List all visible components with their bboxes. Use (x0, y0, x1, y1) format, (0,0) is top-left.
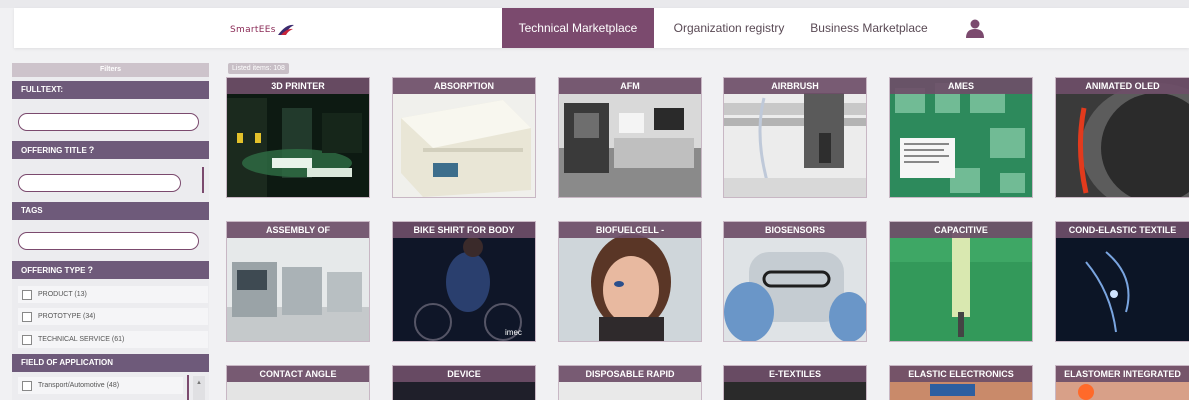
field-of-application-label: FIELD OF APPLICATION (21, 358, 113, 367)
card-image (227, 222, 369, 341)
card-animated-oled[interactable]: ANIMATED OLED (1056, 78, 1189, 197)
card-title: DEVICE (393, 366, 535, 382)
checkbox-label: Transport/Automotive (48) (38, 382, 120, 389)
card-image (393, 78, 535, 197)
user-icon[interactable] (965, 18, 985, 38)
card-disposable-rapid[interactable]: DISPOSABLE RAPID (559, 366, 701, 400)
card-title: BIOSENSORS (724, 222, 866, 238)
offering-type-label: OFFERING TYPE (21, 266, 86, 275)
checkbox-label: PRODUCT (13) (38, 291, 87, 298)
field-scrollbar[interactable]: ▲ (193, 376, 205, 400)
listed-items-count: Listed items: 108 (228, 63, 289, 74)
fulltext-label: FULLTEXT: (21, 85, 64, 94)
field-of-application-header: FIELD OF APPLICATION (12, 354, 209, 372)
checkbox-label: TECHNICAL SERVICE (61) (38, 336, 125, 343)
card-bike-shirt[interactable]: imec BIKE SHIRT FOR BODY (393, 222, 535, 341)
card-absorption[interactable]: ABSORPTION (393, 78, 535, 197)
card-image (724, 78, 866, 197)
offering-type-product[interactable]: PRODUCT (13) (18, 286, 208, 303)
card-title: COND-ELASTIC TEXTILE (1056, 222, 1189, 238)
card-image (559, 78, 701, 197)
list-divider (187, 375, 189, 400)
card-afm[interactable]: AFM (559, 78, 701, 197)
card-capacitive[interactable]: CAPACITIVE (890, 222, 1032, 341)
card-image (1056, 222, 1189, 341)
help-icon[interactable]: ? (87, 265, 93, 275)
card-title: BIKE SHIRT FOR BODY (393, 222, 535, 238)
fulltext-header: FULLTEXT: (12, 81, 209, 99)
tags-label: TAGS (21, 206, 43, 215)
card-image (890, 78, 1032, 197)
card-contact-angle[interactable]: CONTACT ANGLE (227, 366, 369, 400)
card-elastomer-integrated[interactable]: ELASTOMER INTEGRATED (1056, 366, 1189, 400)
card-image: imec (393, 222, 535, 341)
card-biofuelcell[interactable]: BIOFUELCELL - (559, 222, 701, 341)
card-title: AFM (559, 78, 701, 94)
top-strip (0, 0, 1189, 8)
offering-title-input[interactable] (18, 174, 181, 192)
checkbox[interactable] (22, 289, 32, 300)
card-title: CAPACITIVE (890, 222, 1032, 238)
card-title: CONTACT ANGLE (227, 366, 369, 382)
fulltext-input[interactable] (18, 113, 199, 131)
offering-type-header: OFFERING TYPE? (12, 261, 209, 279)
card-biosensors[interactable]: BIOSENSORS (724, 222, 866, 341)
offering-title-label: OFFERING TITLE (21, 146, 87, 155)
field-transport-automotive[interactable]: Transport/Automotive (48) (18, 377, 183, 394)
card-image (724, 222, 866, 341)
checkbox[interactable] (22, 380, 32, 391)
card-image (227, 78, 369, 197)
card-device[interactable]: DEVICE (393, 366, 535, 400)
logo-wing-icon (277, 24, 294, 35)
card-3d-printer[interactable]: 3D PRINTER (227, 78, 369, 197)
card-title: ANIMATED OLED (1056, 78, 1189, 94)
checkbox[interactable] (22, 334, 32, 345)
card-airbrush[interactable]: AIRBRUSH (724, 78, 866, 197)
card-cond-elastic-textile[interactable]: COND-ELASTIC TEXTILE (1056, 222, 1189, 341)
nav-label: Organization registry (673, 21, 785, 35)
offering-title-header: OFFERING TITLE? (12, 141, 209, 159)
card-e-textiles[interactable]: E-TEXTILES (724, 366, 866, 400)
card-elastic-electronics[interactable]: ELASTIC ELECTRONICS (890, 366, 1032, 400)
scroll-up-icon[interactable]: ▲ (196, 380, 202, 386)
filters-sidebar: Filters FULLTEXT: OFFERING TITLE? TAGS O… (12, 63, 209, 400)
card-title: AMES (890, 78, 1032, 94)
nav-label: Technical Marketplace (518, 21, 638, 35)
checkbox-label: PROTOTYPE (34) (38, 313, 96, 320)
offering-type-prototype[interactable]: PROTOTYPE (34) (18, 308, 208, 325)
smartees-logo[interactable]: SmartEEs (230, 20, 295, 40)
card-title: DISPOSABLE RAPID (559, 366, 701, 382)
checkbox[interactable] (22, 311, 32, 322)
card-image (890, 222, 1032, 341)
tags-input[interactable] (18, 232, 199, 250)
card-title: 3D PRINTER (227, 78, 369, 94)
card-image (559, 222, 701, 341)
filters-title: Filters (12, 63, 209, 77)
card-title: BIOFUELCELL - (559, 222, 701, 238)
help-icon[interactable]: ? (89, 145, 95, 155)
bike-brand-text: imec (505, 328, 522, 337)
offering-type-technical-service[interactable]: TECHNICAL SERVICE (61) (18, 331, 208, 348)
nav-technical-marketplace[interactable]: Technical Marketplace (502, 8, 654, 48)
card-image (1056, 78, 1189, 197)
card-title: AIRBRUSH (724, 78, 866, 94)
card-ames[interactable]: AMES (890, 78, 1032, 197)
card-title: ELASTOMER INTEGRATED (1056, 366, 1189, 382)
tags-header: TAGS (12, 202, 209, 220)
card-title: E-TEXTILES (724, 366, 866, 382)
top-header: SmartEEs Technical Marketplace Organizat… (14, 8, 1189, 48)
nav-organization-registry[interactable]: Organization registry (660, 8, 798, 48)
card-title: ABSORPTION (393, 78, 535, 94)
nav-business-marketplace[interactable]: Business Marketplace (804, 8, 934, 48)
input-divider (202, 167, 204, 193)
nav-label: Business Marketplace (810, 21, 928, 35)
card-title: ASSEMBLY OF (227, 222, 369, 238)
logo-text: SmartEEs (230, 25, 276, 35)
card-assembly-of[interactable]: ASSEMBLY OF (227, 222, 369, 341)
card-title: ELASTIC ELECTRONICS (890, 366, 1032, 382)
